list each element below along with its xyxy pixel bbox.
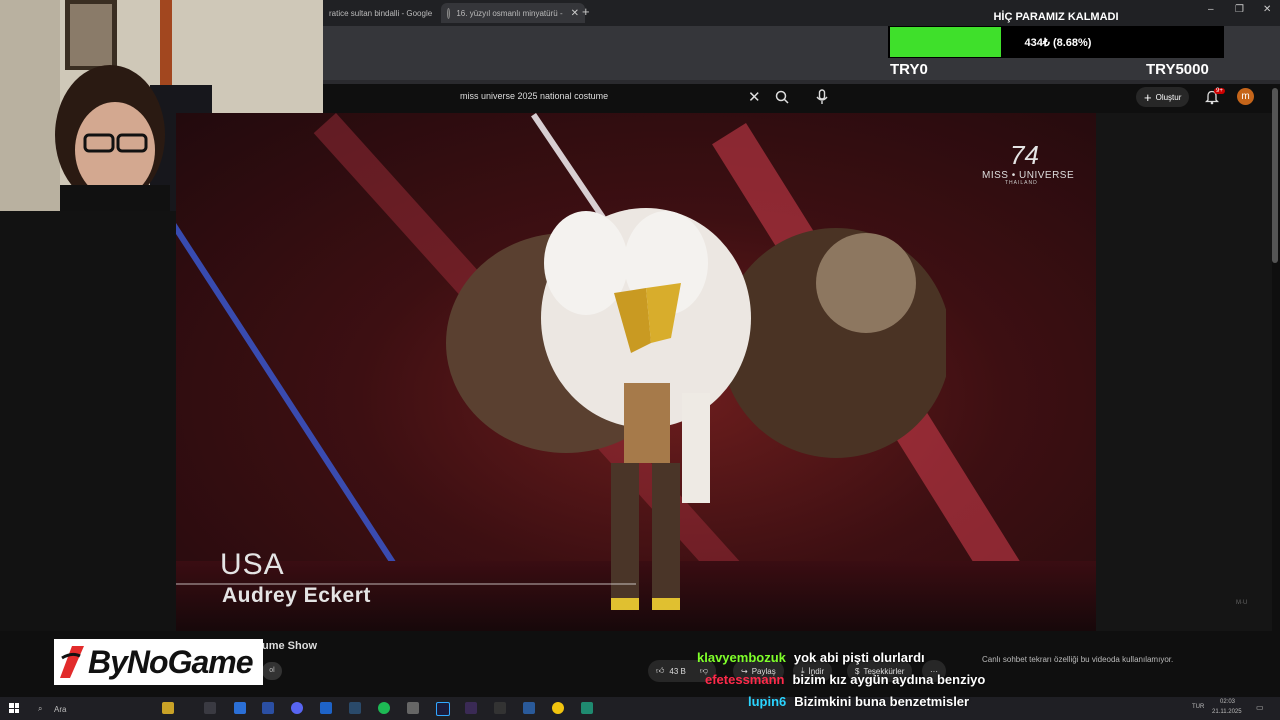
chat-username: efetessmann (705, 672, 785, 687)
bynogame-logo-text: ByNoGame (88, 643, 253, 680)
windows-taskbar (0, 697, 1280, 720)
avatar[interactable]: m (1237, 88, 1254, 105)
corner-watermark: M·U (1236, 600, 1248, 606)
taskbar-search-label[interactable]: Ara (54, 705, 66, 714)
search-icon[interactable] (775, 90, 789, 104)
create-button[interactable]: + Oluştur (1136, 87, 1190, 107)
chrome-icon[interactable] (552, 702, 564, 714)
side-panel (1096, 113, 1272, 631)
donation-max-label: TRY5000 (1146, 61, 1209, 78)
chat-message: klavyembozuk yok abi pişti olurlardı (697, 650, 925, 665)
browser-tab[interactable]: ratice sultan bindalli - Google ✕ (323, 3, 443, 23)
app-icon[interactable] (465, 702, 477, 714)
donation-min-label: TRY0 (890, 61, 928, 78)
photos-icon[interactable] (262, 702, 274, 714)
close-icon[interactable]: ✕ (571, 8, 579, 19)
maximize-button[interactable]: ❐ (1235, 4, 1244, 15)
app-icon[interactable] (349, 702, 361, 714)
app-icon[interactable] (494, 702, 506, 714)
chat-message: efetessmann bizim kız aygün aydına benziy… (705, 672, 985, 687)
plus-icon: + (1144, 89, 1152, 105)
window-close-button[interactable]: ✕ (1263, 4, 1271, 15)
like-count: 43 B (669, 666, 686, 676)
chat-text: yok abi pişti olurlardı (793, 650, 925, 665)
chat-text: bizim kız aygün aydına benziyo (792, 672, 986, 687)
clock-time[interactable]: 02:03 (1220, 699, 1235, 705)
app-icon[interactable] (581, 702, 593, 714)
notification-center-icon[interactable]: ▭ (1256, 703, 1264, 712)
spotify-icon[interactable] (378, 702, 390, 714)
windows-start-icon[interactable] (9, 703, 19, 713)
left-dark-panel (0, 211, 176, 631)
photoshop-icon[interactable] (436, 702, 450, 716)
new-tab-button[interactable]: + (582, 4, 590, 19)
chat-text: Bizimkini buna benzetmisler (794, 694, 970, 709)
chat-message: lupin6 Bizimkini buna benzetmisler (748, 694, 969, 709)
microphone-icon[interactable] (815, 89, 829, 105)
explorer-icon[interactable] (320, 702, 332, 714)
app-icon[interactable] (407, 702, 419, 714)
donation-progress-text: 434₺ (8.68%) (1024, 37, 1092, 49)
edge-icon[interactable] (234, 702, 246, 714)
chat-username: klavyembozuk (697, 650, 786, 665)
thumbs-up-icon: 👍︎ (656, 666, 665, 675)
miss-universe-logo-number: 74 (1010, 140, 1039, 170)
eagle-costume-image (446, 208, 946, 610)
subscribe-chip[interactable]: ol (262, 662, 282, 680)
search-input[interactable]: miss universe 2025 national costume (460, 91, 608, 101)
chat-replay-note: Canlı sohbet tekrarı özelliği bu videoda… (982, 655, 1174, 664)
clear-search-button[interactable]: ✕ (748, 88, 761, 106)
discord-icon[interactable] (291, 702, 303, 714)
tab-title: 16. yüzyıl osmanlı minyatürü - (456, 8, 563, 18)
copilot-icon[interactable] (162, 702, 174, 714)
bynogame-logo: ByNoGame (54, 639, 263, 685)
donation-title: HİÇ PARAMIZ KALMADI (993, 11, 1119, 23)
video-title: ume Show (262, 640, 318, 652)
miss-universe-logo-country: THAILAND (1005, 180, 1038, 186)
chat-username: lupin6 (748, 694, 787, 709)
language-indicator[interactable]: TUR (1192, 704, 1204, 710)
task-view-icon[interactable] (204, 702, 216, 714)
video-player[interactable] (176, 113, 1096, 631)
search-icon[interactable]: ⌕ (38, 704, 42, 714)
contestant-name: Audrey Eckert (222, 584, 371, 607)
scrollbar[interactable] (1272, 88, 1278, 263)
notification-badge: 9+ (1214, 88, 1225, 94)
bynogame-logo-mark (60, 646, 84, 678)
globe-icon (447, 7, 451, 19)
create-label: Oluştur (1155, 92, 1182, 102)
clock-date[interactable]: 21.11.2025 (1212, 709, 1242, 715)
country-label: USA (220, 548, 285, 581)
tab-title: ratice sultan bindalli - Google (329, 8, 433, 18)
browser-tab-active[interactable]: 16. yüzyıl osmanlı minyatürü - ✕ (441, 3, 585, 23)
app-icon[interactable] (523, 702, 535, 714)
